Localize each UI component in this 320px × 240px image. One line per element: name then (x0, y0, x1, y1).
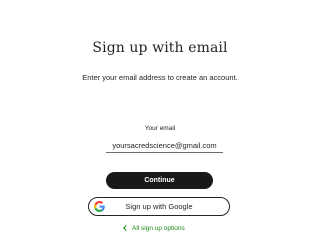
chevron-left-icon (123, 225, 129, 231)
email-field[interactable] (106, 139, 223, 153)
page-subtitle: Enter your email address to create an ac… (82, 73, 238, 82)
google-signup-button[interactable]: Sign up with Google (88, 197, 230, 216)
signup-email-page: Sign up with email Enter your email addr… (0, 0, 320, 240)
email-label: Your email (144, 125, 176, 132)
google-signup-label: Sign up with Google (125, 202, 193, 211)
all-signup-options-link[interactable]: All sign up options (123, 223, 185, 233)
continue-button[interactable]: Continue (106, 172, 213, 189)
page-title: Sign up with email (92, 40, 228, 56)
all-signup-options-label: All sign up options (132, 224, 185, 232)
